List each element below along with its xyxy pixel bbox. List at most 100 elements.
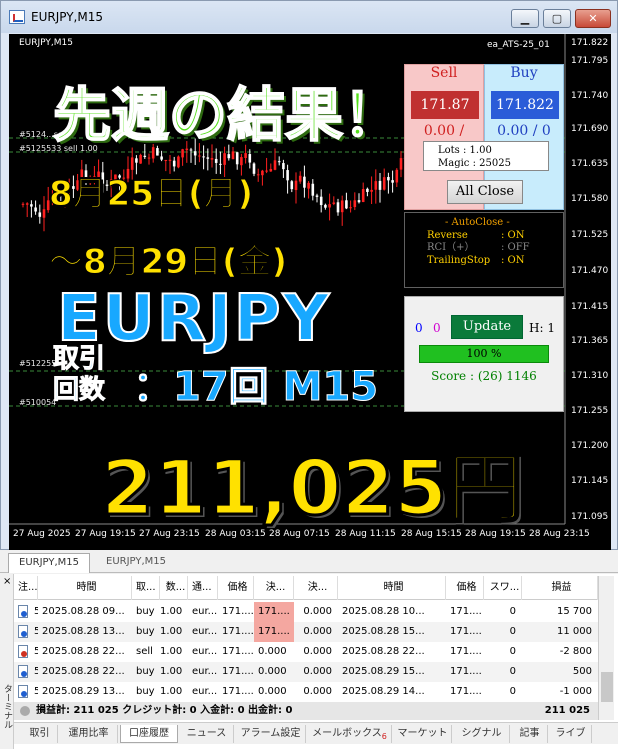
autoclose-reverse: Reverse: ON: [427, 229, 525, 241]
chart-symbol-label: EURJPY,M15: [19, 38, 73, 48]
price-tick-label: 171.200: [571, 441, 609, 451]
autoclose-trailingstop: TrailingStop: ON: [427, 254, 525, 266]
close-icon[interactable]: ×: [3, 576, 11, 587]
table-cell: 0.000: [303, 666, 332, 677]
table-cell: 500: [572, 666, 592, 677]
table-cell: 0: [509, 606, 516, 617]
buy-title: Buy: [510, 65, 538, 81]
all-close-button[interactable]: All Close: [447, 180, 523, 204]
terminal-tab[interactable]: アラーム設定: [236, 725, 306, 743]
count-pink: 0: [433, 321, 441, 335]
lots-magic-box: Lots : 1.00 Magic : 25025: [423, 141, 549, 171]
terminal-tab[interactable]: 運用比率: [60, 725, 118, 743]
column-header[interactable]: 通...: [188, 576, 218, 600]
table-row[interactable]: 51... 2025.08.28 13... buy 1.00 eur... 171...…: [14, 622, 598, 642]
price-tick-label: 171.145: [571, 476, 609, 486]
update-button[interactable]: Update: [451, 315, 523, 339]
table-row[interactable]: 51... 2025.08.28 09... buy 1.00 eur... 171...…: [14, 602, 598, 622]
table-cell: eur...: [192, 606, 218, 617]
table-cell: 171....: [450, 666, 482, 677]
column-header[interactable]: 時間: [338, 576, 446, 600]
chart-tab-eurjpy-active[interactable]: EURJPY,M15: [8, 553, 90, 573]
column-header[interactable]: 決...: [294, 576, 338, 600]
history-summary-row: 損益計: 211 025 クレジット計: 0 入金計: 0 出金計: 0 211…: [14, 702, 598, 720]
column-header[interactable]: 価格: [446, 576, 484, 600]
sell-title: Sell: [430, 65, 458, 81]
table-cell: 0.000: [303, 686, 332, 697]
table-cell: 0: [509, 666, 516, 677]
overlay-date-to: ～8月29日(金): [48, 242, 288, 283]
table-row[interactable]: 51... 2025.08.28 22... buy 1.00 eur... 171...…: [14, 662, 598, 682]
summary-text: 損益計: 211 025 クレジット計: 0 入金計: 0 出金計: 0: [36, 705, 293, 716]
vertical-scrollbar[interactable]: [598, 576, 614, 720]
terminal-sidebar: × ターミナル: [0, 574, 14, 749]
table-cell: eur...: [192, 626, 218, 637]
trade-line-label: #512255: [19, 359, 57, 368]
terminal-tab[interactable]: シグナル: [454, 725, 510, 743]
table-cell: eur...: [192, 646, 218, 657]
terminal-tab[interactable]: ライブ: [550, 725, 592, 743]
column-header[interactable]: 損益: [522, 576, 598, 600]
table-cell: 0.000: [303, 626, 332, 637]
price-tick-label: 171.690: [571, 124, 609, 134]
table-cell: eur...: [192, 666, 218, 677]
trade-line-label: #510054: [19, 398, 57, 407]
terminal-tab[interactable]: 記事: [512, 725, 548, 743]
price-tick-label: 171.635: [571, 159, 609, 169]
table-cell: 0: [509, 646, 516, 657]
terminal-tab[interactable]: マーケット: [394, 725, 452, 743]
table-cell: 0: [509, 686, 516, 697]
chart-tab-eurjpy[interactable]: EURJPY,M15: [92, 553, 180, 573]
minimize-button[interactable]: ▁: [511, 9, 539, 28]
terminal-tab[interactable]: 口座履歴: [120, 725, 178, 743]
table-cell: 0: [509, 626, 516, 637]
column-header[interactable]: 数...: [160, 576, 188, 600]
table-cell: 11 000: [557, 626, 592, 637]
table-cell: -2 800: [559, 646, 592, 657]
price-tick-label: 171.795: [571, 56, 609, 66]
autoclose-panel: - AutoClose - Reverse: ON RCI（+）: OFF Tr…: [404, 212, 564, 288]
column-header[interactable]: 価格: [218, 576, 254, 600]
table-cell: 0.000: [303, 646, 332, 657]
table-cell: buy: [136, 626, 155, 637]
column-header[interactable]: 取...: [132, 576, 160, 600]
history-table-header: 注... 時間 取... 数... 通... 価格 決... 決... 時間 価格 スワ... 損益: [14, 576, 598, 600]
price-tick-label: 171.310: [571, 371, 609, 381]
price-tick-label: 171.255: [571, 406, 609, 416]
chart-tabs: EURJPY,M15 EURJPY,M15: [0, 551, 618, 573]
table-row[interactable]: 51... 2025.08.29 13... buy 1.00 eur... 171...…: [14, 682, 598, 702]
price-tick-label: 171.470: [571, 266, 609, 276]
column-header[interactable]: スワ...: [484, 576, 522, 600]
table-cell: 171....: [450, 686, 482, 697]
table-cell: 2025.08.28 22...: [42, 666, 125, 677]
overlay-count: ：17回 M15: [132, 364, 379, 411]
table-cell: 2025.08.28 10...: [342, 606, 425, 617]
table-cell: 2025.08.28 13...: [42, 626, 125, 637]
column-header[interactable]: 注...: [14, 576, 38, 600]
price-tick-label: 171.822: [571, 38, 609, 48]
table-cell: 171....: [222, 686, 254, 697]
summary-icon: [20, 706, 30, 716]
overlay-count-label: 取引 回数: [52, 344, 106, 406]
terminal-tab[interactable]: ニュース: [180, 725, 234, 743]
time-tick-label: 28 Aug 23:15: [529, 529, 590, 539]
table-cell: 171....: [254, 622, 294, 642]
table-cell: 2025.08.29 14...: [342, 686, 425, 697]
table-cell: 0.000: [258, 686, 287, 697]
table-cell: 2025.08.28 15...: [342, 626, 425, 637]
table-cell: 51...: [34, 646, 38, 657]
price-chart[interactable]: EURJPY,M15 ea_ATS-25_01 #5124...sell #51…: [9, 34, 611, 550]
terminal-tab[interactable]: 取引: [22, 725, 58, 743]
buy-price[interactable]: 171.822: [491, 91, 559, 119]
column-header[interactable]: 決...: [254, 576, 294, 600]
table-cell: 171....: [450, 646, 482, 657]
column-header[interactable]: 時間: [38, 576, 132, 600]
close-button[interactable]: ✕: [575, 9, 611, 28]
table-row[interactable]: 51... 2025.08.28 22... sell 1.00 eur... 171..…: [14, 642, 598, 662]
maximize-button[interactable]: ▢: [543, 9, 571, 28]
table-cell: 171....: [222, 646, 254, 657]
sell-price[interactable]: 171.87: [411, 91, 479, 119]
scrollbar-thumb[interactable]: [601, 672, 613, 702]
window-titlebar[interactable]: EURJPY,M15 ▁ ▢ ✕: [1, 1, 617, 33]
terminal-tab[interactable]: メールボックス6: [308, 725, 392, 743]
